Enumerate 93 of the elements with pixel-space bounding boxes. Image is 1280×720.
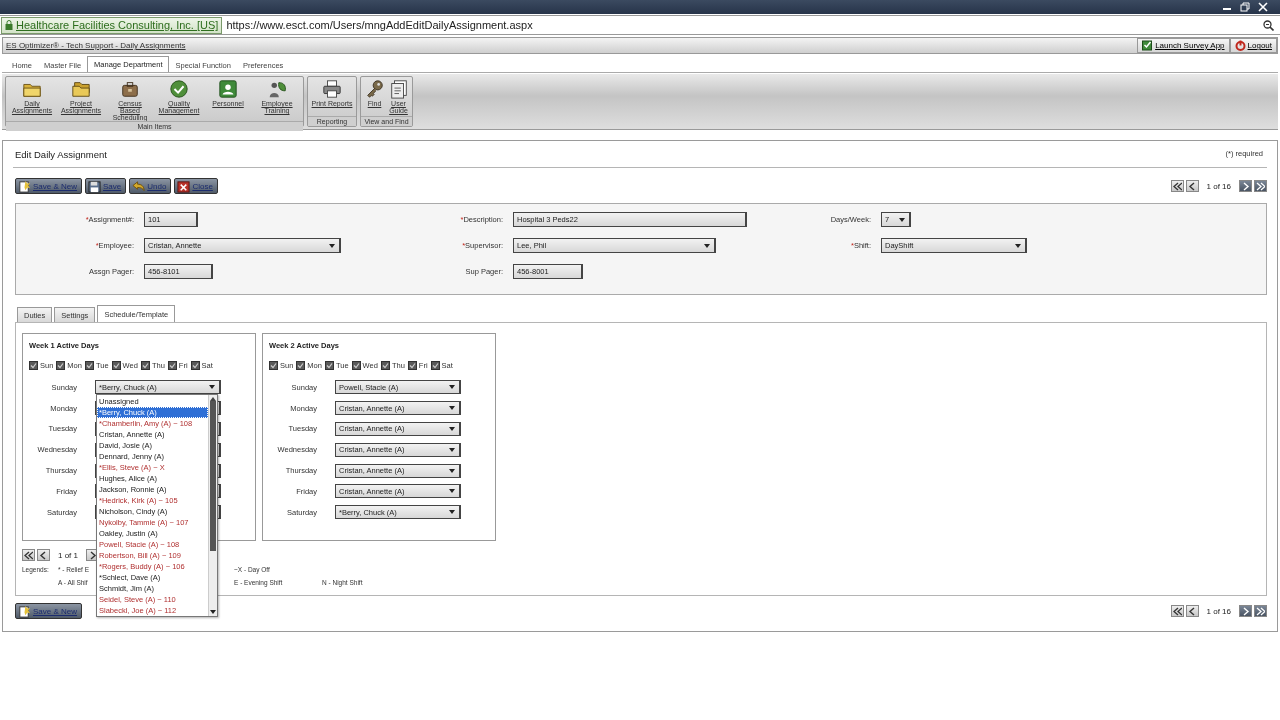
check-icon bbox=[141, 362, 149, 369]
person-card-icon bbox=[218, 79, 238, 99]
checkbox[interactable] bbox=[84, 361, 94, 370]
check-icon bbox=[270, 362, 277, 369]
dropdown-arrow-icon bbox=[449, 510, 455, 515]
scrollbar[interactable] bbox=[208, 395, 217, 617]
dropdown-arrow-icon bbox=[899, 217, 905, 222]
first-page-icon bbox=[1172, 606, 1182, 616]
checkbox[interactable] bbox=[190, 361, 200, 370]
address-bar[interactable]: Healthcare Facilities Consulting, Inc. [US] https://www.esct.com/Users/mngAddEditDailyAssignment.aspx bbox=[0, 15, 1280, 35]
checkbox[interactable] bbox=[111, 361, 121, 370]
check-icon bbox=[112, 362, 120, 369]
folders-icon bbox=[71, 79, 91, 99]
check-icon bbox=[57, 362, 65, 369]
check-icon bbox=[352, 362, 360, 369]
check-icon bbox=[325, 362, 333, 369]
checkbox[interactable] bbox=[29, 361, 38, 370]
lock-icon bbox=[5, 20, 13, 30]
new-document-icon bbox=[18, 179, 31, 193]
checkbox-icon bbox=[1142, 40, 1154, 51]
scrollbar-thumb[interactable] bbox=[210, 400, 216, 551]
check-icon bbox=[408, 362, 416, 369]
dropdown-arrow-icon bbox=[449, 385, 455, 390]
new-document-icon bbox=[18, 604, 31, 618]
check-icon bbox=[30, 362, 37, 369]
checkbox[interactable] bbox=[407, 361, 417, 370]
checkbox[interactable] bbox=[56, 361, 66, 370]
dropdown-arrow-icon bbox=[329, 243, 335, 248]
close-icon bbox=[177, 179, 191, 193]
document-icon bbox=[388, 79, 409, 99]
page-count: 1 of 16 bbox=[1205, 606, 1232, 616]
restore-icon bbox=[1240, 2, 1250, 12]
logout-button[interactable]: Logout bbox=[1229, 38, 1277, 53]
site-identity-badge[interactable]: Healthcare Facilities Consulting, Inc. [US] bbox=[1, 16, 223, 34]
check-icon bbox=[297, 362, 305, 369]
previous-page-button[interactable] bbox=[1185, 605, 1199, 617]
dropdown-arrow-icon bbox=[1015, 243, 1021, 248]
dropdown-arrow-icon bbox=[449, 427, 455, 431]
first-page-button[interactable] bbox=[1170, 605, 1184, 617]
previous-page-button[interactable] bbox=[37, 549, 50, 561]
dropdown-arrow-icon bbox=[449, 468, 455, 473]
check-icon bbox=[381, 362, 389, 369]
previous-page-icon bbox=[1187, 606, 1197, 616]
undo-arrow-icon bbox=[132, 179, 146, 193]
person-leaf-icon bbox=[267, 79, 287, 99]
dropdown-arrow-icon bbox=[209, 385, 215, 390]
checkbox[interactable] bbox=[324, 361, 334, 370]
previous-page-button[interactable] bbox=[1185, 180, 1199, 192]
close-icon bbox=[1258, 2, 1268, 12]
key-icon bbox=[364, 79, 385, 99]
check-icon bbox=[85, 362, 93, 369]
page-title: Edit Daily Assignment bbox=[15, 148, 107, 160]
first-page-icon bbox=[24, 550, 33, 560]
first-page-icon bbox=[1172, 181, 1182, 191]
checkbox[interactable] bbox=[430, 361, 440, 370]
dropdown-arrow-icon bbox=[449, 489, 455, 494]
dropdown-arrow-icon bbox=[449, 447, 455, 452]
dropdown-arrow-icon bbox=[449, 406, 455, 411]
app-title: ES Optimizer® - Tech Support - Daily Assignments bbox=[6, 41, 186, 50]
check-icon bbox=[191, 362, 199, 369]
checkbox[interactable] bbox=[296, 361, 306, 370]
next-page-icon bbox=[1241, 181, 1250, 191]
checkbox[interactable] bbox=[351, 361, 361, 370]
checkbox[interactable] bbox=[380, 361, 390, 370]
check-icon bbox=[168, 362, 176, 369]
printer-icon bbox=[322, 79, 342, 99]
check-icon bbox=[431, 362, 439, 369]
site-identity-text: Healthcare Facilities Consulting, Inc. [US] bbox=[16, 19, 219, 31]
last-page-button[interactable] bbox=[1254, 605, 1267, 617]
first-page-button[interactable] bbox=[22, 549, 35, 561]
scroll-down-icon bbox=[210, 610, 216, 615]
checkbox[interactable] bbox=[269, 361, 278, 370]
next-page-button[interactable] bbox=[1239, 180, 1252, 192]
url-text: https://www.esct.com/Users/mngAddEditDailyAssignment.aspx bbox=[226, 19, 533, 31]
checkbox[interactable] bbox=[167, 361, 177, 370]
checkbox[interactable] bbox=[140, 361, 150, 370]
power-icon bbox=[1234, 40, 1246, 51]
search-icon bbox=[1263, 19, 1274, 31]
next-page-button[interactable] bbox=[1239, 605, 1252, 617]
previous-page-icon bbox=[39, 550, 48, 560]
next-page-icon bbox=[88, 550, 97, 560]
previous-page-icon bbox=[1187, 181, 1197, 191]
dropdown-arrow-icon bbox=[704, 243, 710, 248]
last-page-button[interactable] bbox=[1254, 180, 1267, 192]
last-page-icon bbox=[1256, 181, 1265, 191]
last-page-icon bbox=[1256, 606, 1265, 616]
page-count: 1 of 1 bbox=[57, 550, 79, 560]
briefcase-icon bbox=[120, 79, 140, 99]
check-circle-icon bbox=[169, 79, 189, 99]
page-count: 1 of 16 bbox=[1205, 181, 1232, 191]
next-page-icon bbox=[1241, 606, 1250, 616]
first-page-button[interactable] bbox=[1170, 180, 1184, 192]
launch-app-button[interactable]: Launch Survey App bbox=[1137, 38, 1230, 53]
